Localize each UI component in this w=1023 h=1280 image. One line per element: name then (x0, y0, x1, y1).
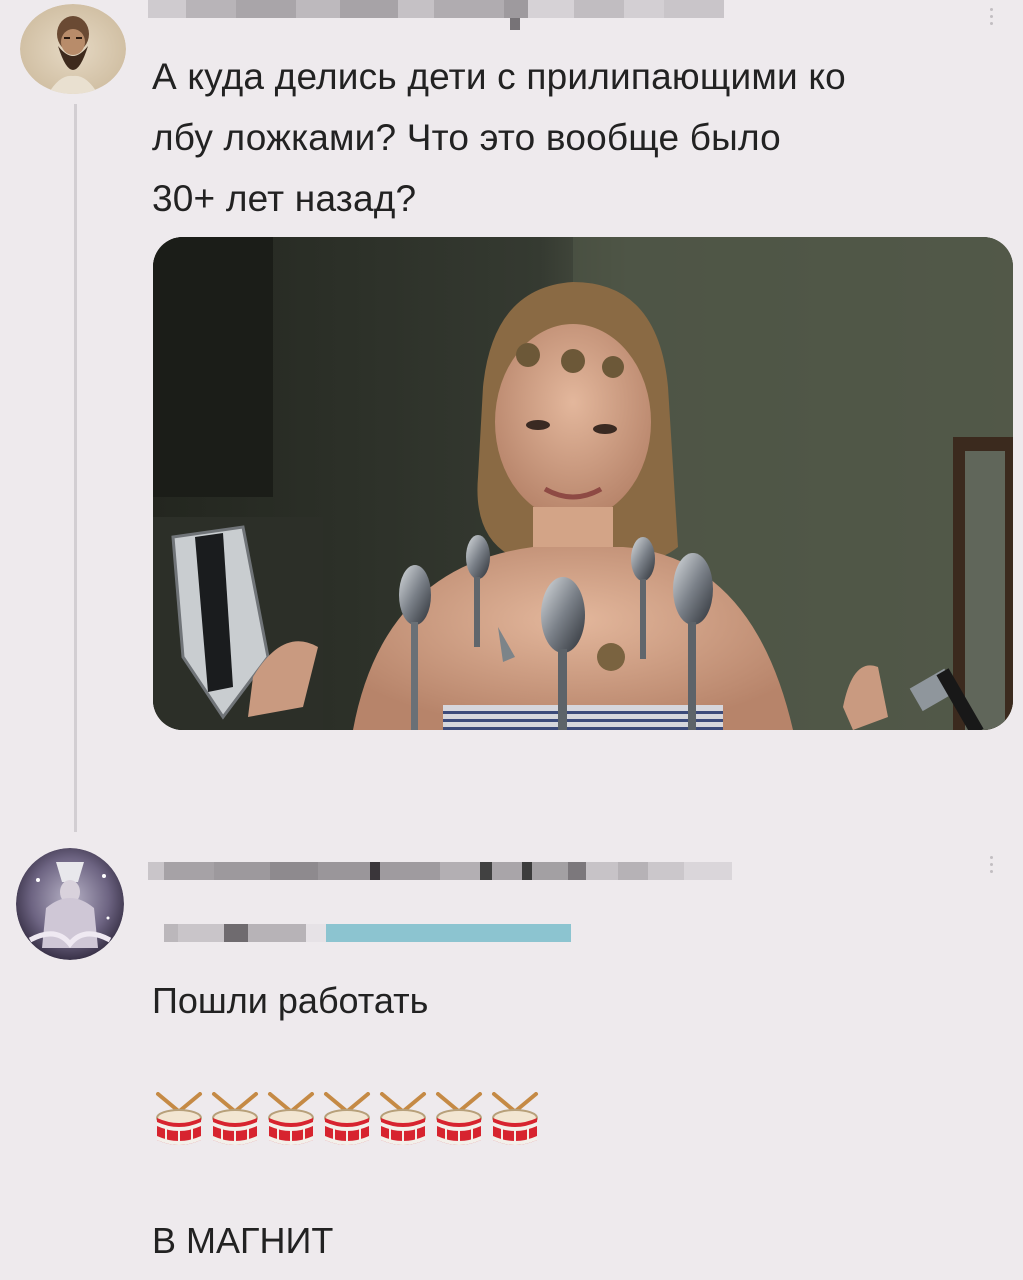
avatar-portrait-image (20, 4, 126, 94)
drum-icon (324, 1092, 370, 1145)
drum-icon (268, 1092, 314, 1145)
reply-more-icon[interactable] (986, 856, 996, 873)
post-more-icon[interactable] (986, 8, 996, 25)
drum-icon (436, 1092, 482, 1145)
girl-with-spoons-image (153, 237, 1013, 730)
thread-line (74, 104, 77, 832)
drum-icon (156, 1092, 202, 1145)
replier-avatar[interactable] (16, 848, 124, 960)
author-avatar[interactable] (20, 4, 126, 94)
replier-handle-censored[interactable] (164, 924, 571, 942)
author-name-censored-descender (510, 18, 520, 30)
reply-text-line-1: Пошли работать (152, 980, 429, 1021)
post-text-line-1: А куда делись дети с прилипающими ко (152, 56, 846, 97)
post-text-line-2: лбу ложками? Что это вообще было (152, 117, 781, 158)
post-photo[interactable] (153, 237, 1013, 730)
drum-emoji-row (152, 1092, 542, 1150)
avatar-illustration-image (16, 848, 124, 960)
post-text: А куда делись дети с прилипающими ко лбу… (152, 46, 1012, 229)
comment-thread: А куда делись дети с прилипающими ко лбу… (0, 0, 1023, 1280)
author-name-censored[interactable] (148, 0, 724, 18)
drum-icon (212, 1092, 258, 1145)
drum-icon (492, 1092, 538, 1145)
replier-name-censored[interactable] (148, 862, 732, 880)
post-text-line-3: 30+ лет назад? (152, 178, 417, 219)
drum-icon (380, 1092, 426, 1145)
reply-text-line-3: В МАГНИТ (152, 1220, 334, 1261)
